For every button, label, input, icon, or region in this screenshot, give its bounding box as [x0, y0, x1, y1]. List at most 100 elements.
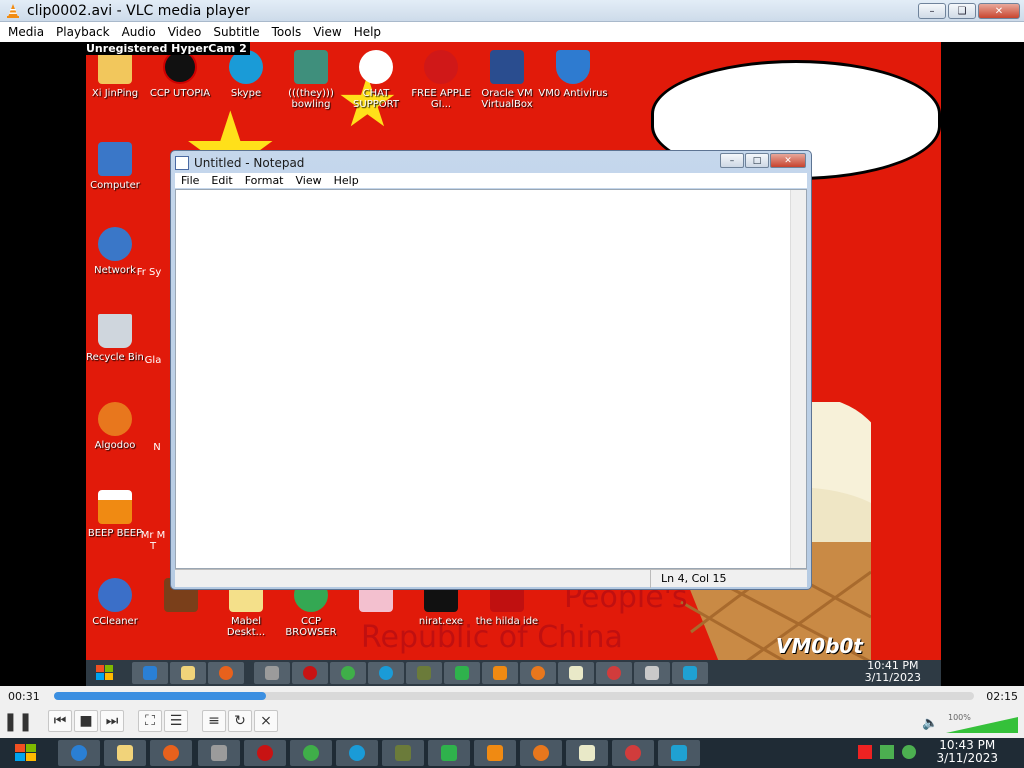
menu-media[interactable]: Media [4, 25, 52, 39]
desktop-icon[interactable]: Algodoo [86, 402, 150, 451]
minimize-button[interactable]: – [918, 3, 946, 19]
notepad-close-button[interactable]: ✕ [770, 153, 806, 168]
pause-button[interactable]: ❚❚ [3, 710, 33, 732]
taskbar-item[interactable] [104, 740, 146, 766]
desktop-icon[interactable]: (((they))) bowling [276, 50, 346, 110]
speaker-icon[interactable] [902, 745, 916, 759]
app-icon [294, 50, 328, 84]
folder-icon [181, 666, 195, 680]
ie-icon [143, 666, 157, 680]
partial-label: Mr M T [140, 530, 166, 552]
taskbar-item[interactable] [382, 740, 424, 766]
taskbar-item[interactable] [150, 740, 192, 766]
menu-playback[interactable]: Playback [52, 25, 118, 39]
taskbar-item[interactable] [368, 662, 404, 684]
extended-settings-button[interactable]: ☰ [164, 710, 188, 732]
notepad-menu-view[interactable]: View [290, 174, 328, 187]
taskbar-item[interactable] [290, 740, 332, 766]
taskbar-item[interactable] [428, 740, 470, 766]
cursor-position: Ln 4, Col 15 [650, 570, 737, 588]
stop-button[interactable]: ■ [74, 710, 98, 732]
taskbar-item[interactable] [520, 662, 556, 684]
taskbar-item[interactable] [612, 740, 654, 766]
notepad-menu-bar: File Edit Format View Help [175, 173, 807, 188]
taskbar-item[interactable] [520, 740, 562, 766]
taskbar-item[interactable] [566, 740, 608, 766]
taskbar-item[interactable] [558, 662, 594, 684]
system-clock[interactable]: 10:43 PM 3/11/2023 [936, 739, 998, 765]
skype-icon [349, 745, 365, 761]
menu-audio[interactable]: Audio [118, 25, 164, 39]
vlc-title-bar: clip0002.avi - VLC media player – ❑ ✕ [0, 0, 1024, 22]
menu-help[interactable]: Help [350, 25, 389, 39]
desktop-icon[interactable]: Skype [211, 50, 281, 99]
person-icon [98, 50, 132, 84]
maximize-button[interactable]: ❑ [948, 3, 976, 19]
notepad-menu-format[interactable]: Format [239, 174, 290, 187]
notepad-maximize-button[interactable]: □ [745, 153, 769, 168]
notepad-menu-file[interactable]: File [175, 174, 205, 187]
notepad-menu-edit[interactable]: Edit [205, 174, 238, 187]
menu-subtitle[interactable]: Subtitle [209, 25, 267, 39]
menu-view[interactable]: View [309, 25, 349, 39]
seek-bar[interactable] [54, 692, 974, 700]
notepad-menu-help[interactable]: Help [328, 174, 365, 187]
loop-button[interactable]: ↻ [228, 710, 252, 732]
taskbar-item[interactable] [292, 662, 328, 684]
notepad-scrollbar[interactable] [790, 190, 806, 568]
taskbar-item[interactable] [596, 662, 632, 684]
taskbar-item[interactable] [132, 662, 168, 684]
taskbar-item[interactable] [672, 662, 708, 684]
desktop-icon[interactable]: CHAT SUPPORT [341, 50, 411, 110]
flag-icon[interactable] [858, 745, 872, 759]
desktop-icon[interactable]: CCleaner [86, 578, 150, 627]
recorder-watermark: Unregistered HyperCam 2 [86, 42, 250, 55]
taskbar-item[interactable] [474, 740, 516, 766]
network-icon [98, 227, 132, 261]
taskbar-item[interactable] [634, 662, 670, 684]
taskbar-item[interactable] [658, 740, 700, 766]
ccleaner-icon [98, 578, 132, 612]
menu-video[interactable]: Video [164, 25, 210, 39]
desktop-icon[interactable]: CCP UTOPIA [145, 50, 215, 99]
notepad-minimize-button[interactable]: – [720, 153, 744, 168]
taskbar-item[interactable] [330, 662, 366, 684]
taskbar-item[interactable] [198, 740, 240, 766]
app-icon [265, 666, 279, 680]
notepad-text-area[interactable] [175, 189, 807, 569]
app-icon [163, 50, 197, 84]
app-icon [257, 745, 273, 761]
menu-tools[interactable]: Tools [268, 25, 310, 39]
taskbar-item[interactable] [254, 662, 290, 684]
recorded-clock: 10:41 PM 3/11/2023 [864, 659, 921, 684]
taskbar-item[interactable] [170, 662, 206, 684]
start-button[interactable] [10, 740, 42, 766]
desktop-icon[interactable]: FREE APPLE GI... [406, 50, 476, 110]
taskbar-item[interactable] [482, 662, 518, 684]
network-icon[interactable] [880, 745, 894, 759]
taskbar-item[interactable] [406, 662, 442, 684]
next-button[interactable]: ⏭ [100, 710, 124, 732]
notepad-icon [579, 745, 595, 761]
notepad-status-bar: Ln 4, Col 15 [175, 569, 807, 588]
taskbar-item[interactable] [336, 740, 378, 766]
taskbar-item[interactable] [208, 662, 244, 684]
shuffle-button[interactable]: ⨯ [254, 710, 278, 732]
playlist-button[interactable]: ≡ [202, 710, 226, 732]
desktop-icon[interactable]: Xi JinPing [86, 50, 150, 99]
desktop-icon[interactable]: VM0 Antivirus [538, 50, 608, 99]
fullscreen-button[interactable]: ⛶ [138, 710, 162, 732]
app-icon [303, 745, 319, 761]
notepad-icon [175, 156, 189, 170]
speaker-icon[interactable]: 🔈 [922, 716, 938, 731]
taskbar-item[interactable] [58, 740, 100, 766]
desktop-icon[interactable]: Oracle VM VirtualBox [472, 50, 542, 110]
apple-icon [424, 50, 458, 84]
taskbar-item[interactable] [244, 740, 286, 766]
video-area[interactable]: ★ ★ People's Republic of China VM0b0t Xi… [0, 42, 1024, 686]
previous-button[interactable]: ⏮ [48, 710, 72, 732]
taskbar-item[interactable] [444, 662, 480, 684]
desktop-icon[interactable]: Computer [86, 142, 150, 191]
firefox-icon [163, 745, 179, 761]
close-button[interactable]: ✕ [978, 3, 1020, 19]
